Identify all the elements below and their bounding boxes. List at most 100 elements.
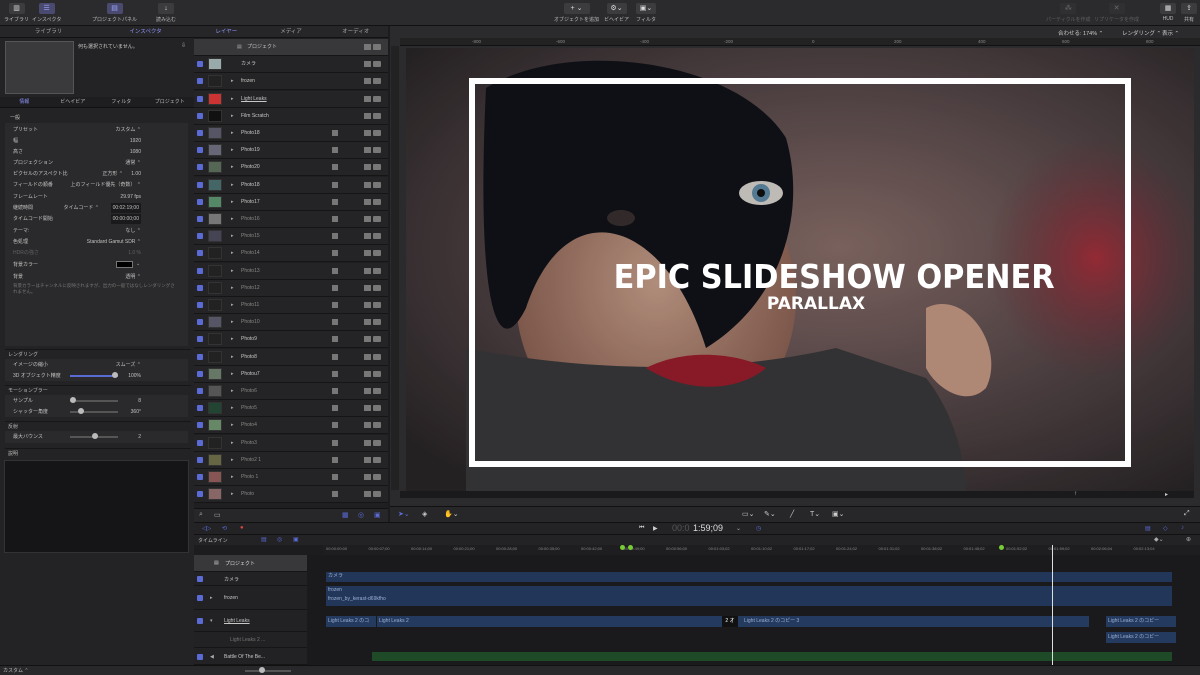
link-icon[interactable]: [364, 250, 371, 257]
layer-checkbox[interactable]: [197, 147, 203, 154]
tab-behaviors[interactable]: ビヘイビア: [49, 97, 98, 107]
link-icon[interactable]: [364, 474, 371, 480]
grid-icon[interactable]: ▦: [342, 511, 349, 519]
tab-project[interactable]: プロジェクト: [146, 97, 195, 107]
project-panel-button[interactable]: ▤ プロジェクトパネル: [92, 3, 137, 23]
marker-icon[interactable]: [628, 545, 633, 550]
disclosure-icon[interactable]: ▸: [231, 177, 234, 194]
layer-checkbox[interactable]: [197, 370, 203, 377]
layer-row[interactable]: ▸ Photo17: [194, 193, 388, 211]
bezier-tool-icon[interactable]: ✎⌄: [764, 510, 776, 518]
frame-rate-field[interactable]: 29.97 fps: [120, 192, 141, 202]
duration-format-select[interactable]: タイムコード ⌃: [64, 203, 99, 213]
layer-checkbox[interactable]: [197, 284, 203, 291]
lock-icon[interactable]: [373, 388, 381, 394]
lock-icon[interactable]: [373, 233, 381, 240]
link-icon[interactable]: [364, 44, 371, 50]
timeline-view-icon[interactable]: ▤: [261, 536, 267, 543]
layer-checkbox[interactable]: [197, 474, 203, 480]
layer-row[interactable]: ▸ Photo: [194, 486, 388, 504]
link-icon[interactable]: [364, 216, 371, 222]
disclosure-icon[interactable]: ▸: [231, 263, 234, 280]
expand-icon[interactable]: ⤢: [1184, 510, 1190, 518]
lock-icon[interactable]: [373, 216, 381, 222]
clip-camera[interactable]: カメラ: [326, 572, 1172, 582]
layer-checkbox[interactable]: [197, 336, 203, 343]
track-checkbox[interactable]: [197, 654, 203, 660]
3d-accuracy-slider[interactable]: [70, 372, 118, 378]
layer-checkbox[interactable]: [197, 78, 203, 85]
render-select[interactable]: レンダリング ⌃: [1122, 29, 1161, 37]
layer-row[interactable]: ▸ frozen: [194, 73, 388, 91]
view-select[interactable]: 表示 ⌃: [1162, 29, 1179, 37]
disclosure-icon[interactable]: ▸: [231, 349, 234, 366]
track-checkbox[interactable]: [197, 595, 203, 601]
tab-filters[interactable]: フィルタ: [97, 97, 146, 107]
circle-icon[interactable]: ◎: [358, 511, 364, 519]
layer-checkbox[interactable]: [197, 439, 203, 446]
layer-row[interactable]: ▸ Photo20: [194, 159, 388, 177]
shape-tool-icon[interactable]: ▭⌄: [742, 510, 754, 518]
marker-icon[interactable]: ◆⌄: [1154, 536, 1164, 543]
layer-checkbox[interactable]: [197, 130, 203, 136]
timeline-zoom-slider[interactable]: [245, 667, 291, 673]
disclosure-icon[interactable]: ▸: [231, 435, 234, 452]
text-tool-icon[interactable]: T⌄: [810, 510, 820, 518]
layer-row[interactable]: ▸ Photo19: [194, 142, 388, 160]
make-particles-button[interactable]: ⁂ パーティクルを作成: [1046, 3, 1091, 23]
link-icon[interactable]: [364, 302, 371, 308]
layer-row[interactable]: ▸ Photo4: [194, 417, 388, 435]
hud-button[interactable]: ▦ HUD: [1160, 3, 1176, 22]
disclosure-icon[interactable]: ▸: [231, 469, 234, 486]
disclosure-icon[interactable]: ▸: [231, 245, 234, 262]
layer-checkbox[interactable]: [197, 233, 203, 240]
layer-row[interactable]: ▸ Photo15: [194, 228, 388, 246]
layer-checkbox[interactable]: [197, 422, 203, 429]
track-light-leaks-2[interactable]: Light Leaks 2 ...: [194, 632, 307, 648]
track-project[interactable]: ▤ プロジェクト: [194, 555, 307, 572]
lock-icon[interactable]: [373, 491, 381, 498]
hand-tool-icon[interactable]: ✋⌄: [444, 510, 459, 518]
disclosure-icon[interactable]: ▸: [231, 280, 234, 297]
layer-row[interactable]: ▸ Photo11: [194, 297, 388, 314]
link-icon[interactable]: [364, 61, 371, 68]
link-icon[interactable]: [364, 78, 371, 85]
select-tool-icon[interactable]: ➤⌄: [398, 510, 410, 518]
pin-icon[interactable]: ⇩: [181, 42, 186, 49]
add-object-button[interactable]: + ⌄ オブジェクトを追加: [554, 3, 599, 23]
link-icon[interactable]: [364, 405, 371, 412]
lock-icon[interactable]: [373, 181, 381, 188]
lock-icon[interactable]: [373, 456, 381, 463]
tab-library[interactable]: ライブラリ: [0, 26, 97, 37]
link-icon[interactable]: [364, 198, 371, 205]
disclosure-icon[interactable]: ▸: [231, 211, 234, 228]
lock-icon[interactable]: [373, 95, 381, 102]
link-icon[interactable]: [364, 439, 371, 446]
lock-icon[interactable]: [373, 474, 381, 480]
layer-checkbox[interactable]: [197, 112, 203, 119]
disclosure-icon[interactable]: ▸: [231, 400, 234, 417]
layer-row[interactable]: ▸ Light Leaks: [194, 90, 388, 108]
disclosure-icon[interactable]: ▸: [231, 314, 234, 331]
inspector-button[interactable]: ☰ インスペクタ: [32, 3, 61, 23]
track-light-leaks[interactable]: ▾ Light Leaks: [194, 610, 307, 632]
clip-light-leaks-copy-a[interactable]: Light Leaks 2 のコピー: [1106, 616, 1176, 627]
bg-color-swatch[interactable]: [116, 261, 133, 268]
import-button[interactable]: ↓ 読み込む: [156, 3, 176, 23]
clock-icon[interactable]: ◷: [756, 525, 761, 532]
layer-row[interactable]: ▸ Photo2 1: [194, 451, 388, 469]
link-icon[interactable]: [364, 422, 371, 429]
filters-button[interactable]: ▣⌄ フィルタ: [636, 3, 656, 23]
timeline-toggle-icon[interactable]: ▤: [1145, 525, 1151, 532]
layer-row[interactable]: ▸ Photo14: [194, 245, 388, 263]
audio-timeline-icon[interactable]: ♪: [1181, 525, 1184, 531]
disclosure-icon[interactable]: ▸: [231, 228, 234, 245]
layer-row[interactable]: ▸ Photo6: [194, 383, 388, 400]
disclosure-icon[interactable]: ▸: [231, 142, 234, 159]
disclosure-icon[interactable]: ▸: [231, 331, 234, 348]
layer-row[interactable]: ▸ Photo 1: [194, 469, 388, 486]
disclosure-icon[interactable]: ▸: [231, 383, 234, 400]
lock-icon[interactable]: [373, 405, 381, 412]
field-order-select[interactable]: 上のフィールド優先（奇数） ⌃: [71, 180, 141, 190]
lock-icon[interactable]: [373, 284, 381, 291]
